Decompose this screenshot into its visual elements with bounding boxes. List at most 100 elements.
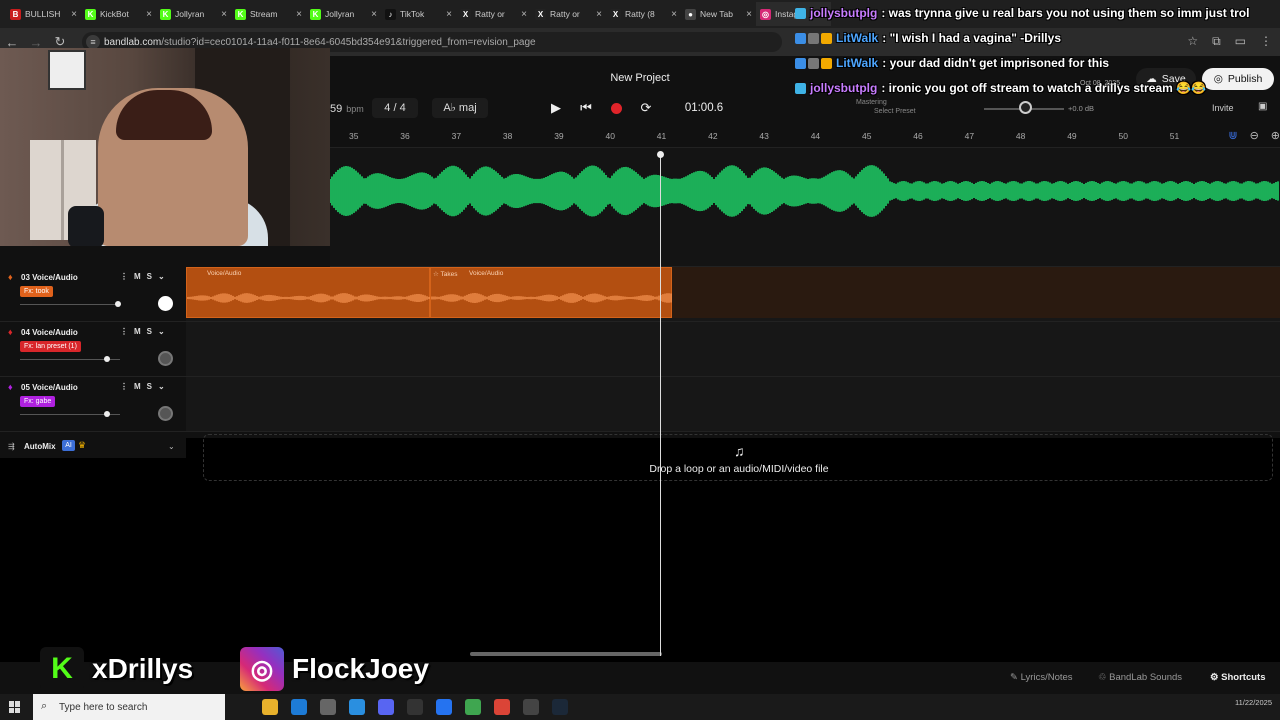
app-icon[interactable] bbox=[407, 699, 423, 715]
browser-tab[interactable]: K KickBot × bbox=[81, 2, 156, 26]
chevron-down-icon[interactable]: ⌄ bbox=[158, 327, 165, 336]
mute-button[interactable]: M bbox=[134, 272, 141, 281]
site-info-icon[interactable]: ≡ bbox=[86, 35, 100, 49]
horizontal-scrollbar[interactable] bbox=[470, 652, 662, 656]
track-volume-knob[interactable] bbox=[104, 356, 110, 362]
close-icon[interactable]: × bbox=[71, 9, 77, 20]
browser-tab[interactable]: ♪ TikTok × bbox=[381, 2, 456, 26]
track-volume-knob[interactable] bbox=[115, 301, 121, 307]
track-header[interactable]: ♦ 04 Voice/Audio ⋮ M S ⌄ Fx: lan preset (1) bbox=[0, 322, 186, 377]
more-icon[interactable]: ⋮ bbox=[120, 382, 128, 391]
chat-username: LitWalk bbox=[836, 56, 879, 70]
solo-button[interactable]: S bbox=[147, 382, 152, 391]
pan-knob[interactable] bbox=[158, 351, 173, 366]
chrome-icon[interactable] bbox=[494, 699, 510, 715]
play-button[interactable]: ▶ bbox=[545, 98, 567, 118]
chat-text: : "I wish I had a vagina" -Drillys bbox=[882, 31, 1061, 45]
track-lane-2[interactable] bbox=[330, 148, 1280, 267]
fx-badge[interactable]: Fx: lan preset (1) bbox=[20, 341, 81, 352]
ruler-bar-number: 41 bbox=[656, 131, 667, 141]
track-lane-5[interactable] bbox=[186, 377, 1280, 432]
browser-tab[interactable]: K Jollyran × bbox=[156, 2, 231, 26]
zoom-out-icon[interactable]: ⊖ bbox=[1250, 129, 1259, 142]
playhead-handle[interactable] bbox=[657, 151, 664, 158]
snap-magnet-icon[interactable]: ⋓ bbox=[1228, 129, 1237, 142]
audio-clip-2[interactable]: ☆ Takes Voice/Audio bbox=[430, 267, 672, 318]
record-button[interactable] bbox=[605, 98, 627, 118]
shortcuts-button[interactable]: ⚙ Shortcuts bbox=[1210, 672, 1266, 683]
browser-tab[interactable]: K Stream × bbox=[231, 2, 306, 26]
close-icon[interactable]: × bbox=[446, 9, 452, 20]
playhead[interactable] bbox=[660, 152, 661, 656]
windows-start-icon[interactable] bbox=[9, 701, 21, 713]
nvidia-icon[interactable] bbox=[465, 699, 481, 715]
browser-tab[interactable]: X Ratty (8 × bbox=[606, 2, 681, 26]
tab-label: New Tab bbox=[700, 9, 733, 19]
lyrics-notes-button[interactable]: ✎ Lyrics/Notes bbox=[1010, 672, 1073, 683]
fx-badge[interactable]: Fx: gabe bbox=[20, 396, 56, 407]
track-volume-knob[interactable] bbox=[104, 411, 110, 417]
chevron-down-icon[interactable]: ⌄ bbox=[158, 382, 165, 391]
solo-button[interactable]: S bbox=[147, 327, 152, 336]
track-lane-4[interactable] bbox=[186, 322, 1280, 377]
chevron-down-icon[interactable]: ⌄ bbox=[158, 272, 165, 281]
pan-knob[interactable] bbox=[158, 296, 173, 311]
audio-clip-1[interactable]: Voice/Audio bbox=[186, 267, 430, 318]
ruler-bar-number: 39 bbox=[554, 131, 564, 141]
close-icon[interactable]: × bbox=[221, 9, 227, 20]
close-icon[interactable]: × bbox=[146, 9, 152, 20]
track-header[interactable]: ♦ 05 Voice/Audio ⋮ M S ⌄ Fx: gabe bbox=[0, 377, 186, 432]
chevron-down-icon[interactable]: ⌄ bbox=[168, 442, 175, 451]
pan-knob[interactable] bbox=[158, 406, 173, 421]
time-signature[interactable]: 4 / 4 bbox=[372, 98, 418, 118]
timeline-ruler[interactable]: ⋓ ⊖ ⊕ 35 36 37 38 39 40 41 42 43 44 45 46 47 48 49 50 51 bbox=[330, 126, 1280, 148]
kick-overlay: K xDrillys bbox=[40, 646, 193, 692]
app-icon[interactable] bbox=[436, 699, 452, 715]
calculator-icon[interactable] bbox=[320, 699, 336, 715]
edge-icon[interactable] bbox=[291, 699, 307, 715]
ruler-bar-number: 45 bbox=[862, 131, 872, 141]
close-icon[interactable]: × bbox=[596, 9, 602, 20]
music-note-icon: ♫ bbox=[734, 443, 745, 459]
track-title: Voice/Audio bbox=[32, 273, 78, 282]
bpm-display[interactable]: 59 bpm bbox=[330, 103, 364, 115]
clip-takes[interactable]: ☆ Takes bbox=[433, 270, 458, 278]
drop-zone[interactable]: ♫ Drop a loop or an audio/MIDI/video fil… bbox=[203, 434, 1273, 481]
loop-button[interactable]: ⟳ bbox=[635, 98, 657, 118]
close-icon[interactable]: × bbox=[371, 9, 377, 20]
chat-message: jollysbutplg: was trynna give u real bar… bbox=[795, 6, 1249, 20]
close-icon[interactable]: × bbox=[746, 9, 752, 20]
obs-icon[interactable] bbox=[523, 699, 539, 715]
track-volume-slider[interactable] bbox=[20, 304, 120, 305]
system-tray[interactable]: 11/22/2025 bbox=[1235, 698, 1272, 707]
more-icon[interactable]: ⋮ bbox=[120, 327, 128, 336]
close-icon[interactable]: × bbox=[521, 9, 527, 20]
browser-tab[interactable]: X Ratty or × bbox=[531, 2, 606, 26]
rewind-button[interactable]: ⏮ bbox=[575, 98, 597, 118]
steam-icon[interactable] bbox=[552, 699, 568, 715]
more-icon[interactable]: ⋮ bbox=[120, 272, 128, 281]
mute-button[interactable]: M bbox=[134, 382, 141, 391]
browser-tab[interactable]: B BULLISH × bbox=[6, 2, 81, 26]
ai-badge: AI bbox=[62, 440, 75, 451]
browser-tab[interactable]: K Jollyran × bbox=[306, 2, 381, 26]
solo-button[interactable]: S bbox=[147, 272, 152, 281]
ruler-bar-number: 47 bbox=[964, 131, 975, 141]
browser-tab[interactable]: ● New Tab × bbox=[681, 2, 756, 26]
automix-row[interactable]: ⇶ AutoMix AI ♛ ⌄ bbox=[0, 438, 186, 458]
zoom-in-icon[interactable]: ⊕ bbox=[1271, 129, 1280, 142]
fx-badge[interactable]: Fx: took bbox=[20, 286, 53, 297]
close-icon[interactable]: × bbox=[296, 9, 302, 20]
discord-icon[interactable] bbox=[378, 699, 394, 715]
taskbar-search[interactable]: ⌕ Type here to search bbox=[33, 694, 225, 720]
browser-tab[interactable]: X Ratty or × bbox=[456, 2, 531, 26]
close-icon[interactable]: × bbox=[671, 9, 677, 20]
key-selector[interactable]: A♭ maj bbox=[432, 98, 488, 118]
app-icon[interactable] bbox=[349, 699, 365, 715]
project-title[interactable]: New Project bbox=[560, 72, 720, 84]
mute-button[interactable]: M bbox=[134, 327, 141, 336]
track-header[interactable]: ♦ 03 Voice/Audio ⋮ M S ⌄ Fx: took bbox=[0, 267, 186, 322]
bandlab-sounds-button[interactable]: ♲ BandLab Sounds bbox=[1098, 672, 1182, 683]
file-explorer-icon[interactable] bbox=[262, 699, 278, 715]
loop-icon: ⟳ bbox=[640, 100, 652, 115]
